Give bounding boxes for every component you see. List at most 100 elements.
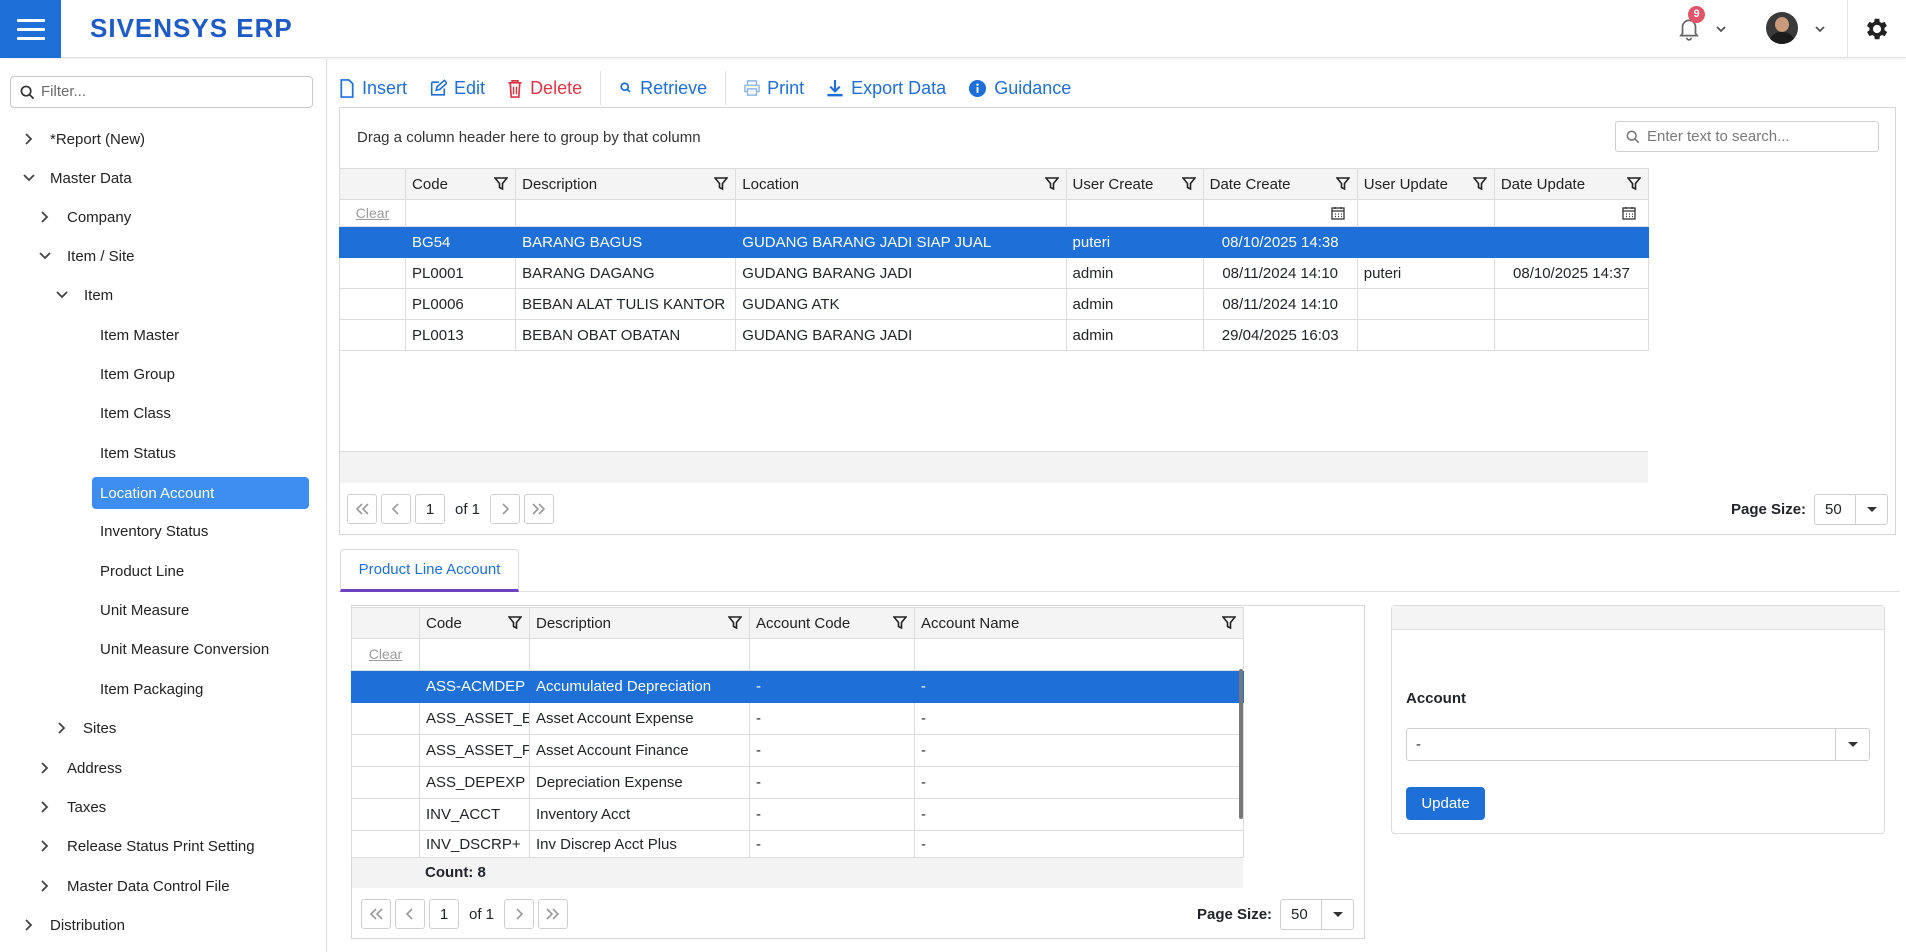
avatar[interactable]	[1766, 12, 1798, 44]
table-row[interactable]: ASS_ASSET_F Asset Account Finance - -	[351, 734, 1244, 767]
sidebar-item-item-status[interactable]: Item Status	[100, 438, 176, 468]
last-page-button[interactable]	[524, 494, 555, 524]
clear-filter-link[interactable]: Clear	[356, 205, 389, 221]
sidebar-item-location-account[interactable]: Location Account	[92, 477, 309, 509]
filter-icon[interactable]	[893, 616, 907, 630]
sidebar-item-company[interactable]: Company	[67, 202, 131, 232]
column-header-code[interactable]: Code	[405, 168, 517, 200]
sidebar-item-master-data[interactable]: Master Data	[50, 163, 132, 193]
export-data-button[interactable]: Export Data	[826, 78, 946, 99]
filter-icon[interactable]	[1181, 177, 1196, 191]
filter-cell[interactable]	[405, 199, 517, 227]
next-page-button[interactable]	[490, 494, 521, 524]
filter-cell[interactable]	[529, 638, 750, 671]
column-header-location[interactable]: Location	[735, 168, 1067, 200]
column-header-account-code[interactable]: Account Code	[749, 607, 915, 639]
column-header-description[interactable]: Description	[515, 168, 737, 200]
table-row[interactable]: PL0001 BARANG DAGANG GUDANG BARANG JADI adm…	[338, 257, 1650, 289]
clear-filter-link[interactable]: Clear	[369, 646, 402, 662]
calendar-icon[interactable]	[1622, 206, 1636, 220]
guidance-button[interactable]: Guidance	[968, 78, 1071, 99]
page-size-select[interactable]: 50	[1280, 899, 1355, 930]
sidebar-item-item-packaging[interactable]: Item Packaging	[100, 674, 203, 704]
filter-icon[interactable]	[714, 177, 729, 191]
chevron-down-icon[interactable]	[22, 171, 36, 185]
sidebar-item-unit-measure[interactable]: Unit Measure	[100, 595, 189, 625]
sidebar-item-item-master[interactable]: Item Master	[100, 320, 179, 350]
filter-cell[interactable]	[1356, 199, 1495, 227]
prev-page-button[interactable]	[381, 494, 411, 524]
filter-icon[interactable]	[728, 616, 742, 630]
sidebar-item-distribution[interactable]: Distribution	[50, 910, 125, 940]
chevron-down-icon[interactable]	[55, 288, 69, 302]
filter-icon[interactable]	[1335, 177, 1350, 191]
sidebar-item-sites[interactable]: Sites	[83, 713, 116, 743]
table-row[interactable]: PL0006 BEBAN ALAT TULIS KANTOR GUDANG ATK a…	[338, 288, 1650, 320]
sidebar-filter-input[interactable]	[41, 83, 301, 100]
column-header-date-update[interactable]: Date Update	[1493, 168, 1650, 200]
chevron-right-icon[interactable]	[22, 132, 36, 146]
filter-cell[interactable]	[1065, 199, 1204, 227]
grid-search[interactable]	[1615, 121, 1879, 152]
filter-icon[interactable]	[1044, 177, 1059, 191]
delete-button[interactable]: Delete	[507, 78, 582, 99]
filter-icon[interactable]	[1627, 177, 1641, 191]
table-row[interactable]: ASS-ACMDEP Accumulated Depreciation - -	[351, 670, 1244, 703]
account-select[interactable]: -	[1406, 728, 1870, 761]
chevron-right-icon[interactable]	[38, 839, 52, 853]
first-page-button[interactable]	[347, 494, 377, 524]
page-number-input[interactable]: 1	[415, 494, 445, 524]
last-page-button[interactable]	[538, 899, 569, 929]
filter-cell[interactable]	[914, 638, 1244, 671]
column-header-code[interactable]: Code	[419, 607, 530, 639]
table-row[interactable]: INV_ACCT Inventory Acct - -	[351, 798, 1244, 831]
table-row[interactable]: ASS_ASSET_E Asset Account Expense - -	[351, 702, 1244, 735]
tab-product-line-account[interactable]: Product Line Account	[340, 549, 519, 592]
table-row[interactable]: BG54 BARANG BAGUS GUDANG BARANG JADI SIAP …	[338, 226, 1650, 258]
sidebar-item-address[interactable]: Address	[67, 753, 122, 783]
filter-cell[interactable]	[515, 199, 737, 227]
filter-icon[interactable]	[494, 177, 509, 191]
filter-icon[interactable]	[1222, 616, 1236, 630]
sidebar-item-release-status-print-setting[interactable]: Release Status Print Setting	[67, 831, 255, 861]
sidebar-item-product-line[interactable]: Product Line	[100, 556, 184, 586]
filter-icon[interactable]	[1472, 177, 1487, 191]
vertical-scrollbar[interactable]	[1239, 669, 1243, 819]
chevron-down-icon[interactable]	[38, 249, 52, 263]
table-row[interactable]: ASS_DEPEXP Depreciation Expense - -	[351, 766, 1244, 799]
sidebar-item-inventory-status[interactable]: Inventory Status	[100, 516, 208, 546]
column-header-description[interactable]: Description	[529, 607, 750, 639]
print-button[interactable]: Print	[744, 78, 804, 99]
horizontal-scroll-area[interactable]	[340, 451, 1648, 483]
chevron-right-icon[interactable]	[38, 761, 52, 775]
filter-cell[interactable]	[749, 638, 915, 671]
chevron-down-icon[interactable]	[1813, 22, 1827, 36]
grid-search-input[interactable]	[1647, 128, 1867, 145]
sidebar-item-unit-measure-conversion[interactable]: Unit Measure Conversion	[100, 634, 269, 664]
settings-button[interactable]	[1847, 0, 1906, 58]
chevron-right-icon[interactable]	[22, 918, 36, 932]
table-row[interactable]: PL0013 BEBAN OBAT OBATAN GUDANG BARANG JAD…	[338, 319, 1650, 351]
sidebar-item-report-new[interactable]: *Report (New)	[50, 124, 145, 154]
retrieve-button[interactable]: Retrieve	[619, 78, 707, 99]
column-header-user-create[interactable]: User Create	[1065, 168, 1204, 200]
filter-cell[interactable]	[735, 199, 1067, 227]
chevron-right-icon[interactable]	[55, 721, 69, 735]
page-size-select[interactable]: 50	[1814, 494, 1889, 525]
first-page-button[interactable]	[361, 899, 391, 929]
column-header-account-name[interactable]: Account Name	[914, 607, 1244, 639]
page-number-input[interactable]: 1	[429, 899, 459, 929]
filter-icon[interactable]	[508, 616, 522, 630]
sidebar-item-item-class[interactable]: Item Class	[100, 398, 171, 428]
column-header-date-create[interactable]: Date Create	[1202, 168, 1358, 200]
sidebar-filter[interactable]	[10, 76, 313, 108]
calendar-icon[interactable]	[1331, 206, 1345, 220]
chevron-right-icon[interactable]	[38, 210, 52, 224]
sidebar-item-item-group[interactable]: Item Group	[100, 359, 175, 389]
next-page-button[interactable]	[504, 899, 535, 929]
sidebar-item-item[interactable]: Item	[84, 280, 113, 310]
sidebar-item-master-data-control-file[interactable]: Master Data Control File	[67, 871, 230, 901]
sidebar-item-taxes[interactable]: Taxes	[67, 792, 106, 822]
filter-cell[interactable]	[1202, 199, 1358, 227]
filter-cell[interactable]	[419, 638, 530, 671]
